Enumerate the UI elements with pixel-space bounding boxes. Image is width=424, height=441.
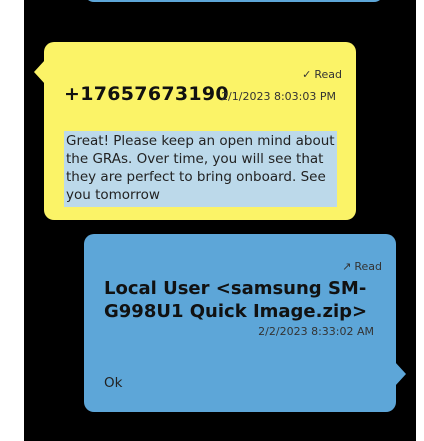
chat-viewport: ✓ Read +17657673190 2/1/2023 8:03:03 PM G…: [24, 0, 416, 441]
check-icon: ✓: [302, 68, 312, 81]
message-body: Ok: [104, 375, 123, 391]
message-bubble-outgoing[interactable]: ↗ Read Local User <samsung SM-G998U1 Quic…: [84, 234, 406, 412]
sender-phone-number: +17657673190: [64, 83, 229, 105]
message-timestamp: 2/1/2023 8:03:03 PM: [221, 90, 336, 103]
read-status-label: Read: [354, 260, 382, 273]
previous-message-bubble-edge: [84, 0, 384, 2]
arrow-up-right-icon: ↗: [342, 260, 352, 273]
read-status: ↗ Read: [342, 260, 382, 273]
read-status: ✓ Read: [302, 68, 342, 81]
read-status-label: Read: [314, 68, 342, 81]
message-body: Great! Please keep an open mind about th…: [64, 131, 337, 207]
message-timestamp: 2/2/2023 8:33:02 AM: [258, 325, 374, 338]
sender-name: Local User <samsung SM-G998U1 Quick Imag…: [104, 278, 368, 322]
message-bubble-incoming[interactable]: ✓ Read +17657673190 2/1/2023 8:03:03 PM G…: [34, 42, 356, 220]
